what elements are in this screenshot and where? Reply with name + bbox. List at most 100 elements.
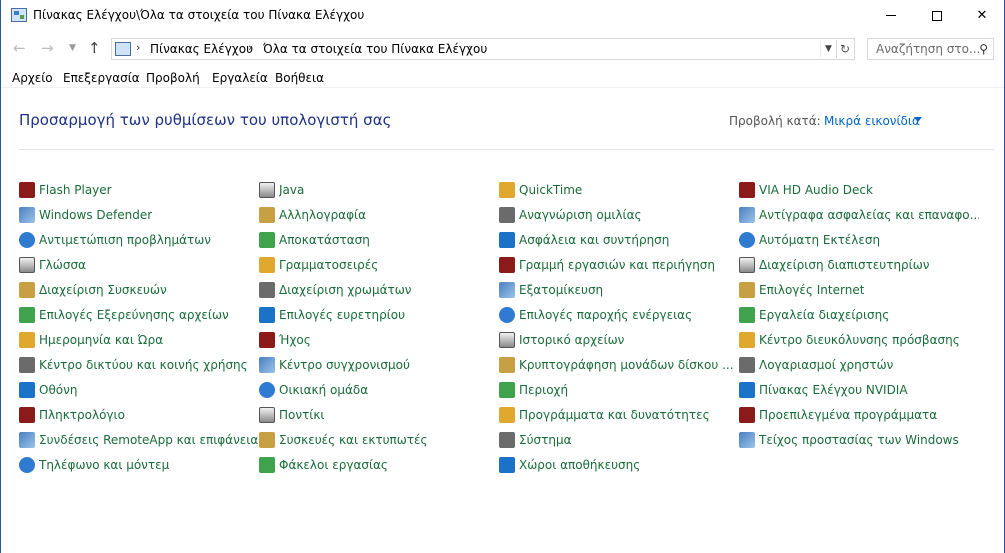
control-panel-item-label[interactable]: Γραμματοσειρές bbox=[279, 258, 378, 272]
control-panel-item[interactable]: Γλώσσα bbox=[19, 252, 259, 277]
control-panel-item-label[interactable]: Λογαριασμοί χρηστών bbox=[759, 358, 893, 372]
breadcrumb-separator-icon[interactable]: › bbox=[468, 41, 472, 54]
control-panel-item[interactable]: Εργαλεία διαχείρισης bbox=[739, 302, 979, 327]
control-panel-item-label[interactable]: Πληκτρολόγιο bbox=[39, 408, 125, 422]
control-panel-item-label[interactable]: Επιλογές Εξερεύνησης αρχείων bbox=[39, 308, 229, 322]
control-panel-item-label[interactable]: Γραμμή εργασιών και περιήγηση bbox=[519, 258, 715, 272]
control-panel-item-label[interactable]: Προεπιλεγμένα προγράμματα bbox=[759, 408, 937, 422]
maximize-button[interactable] bbox=[914, 0, 960, 31]
control-panel-item-label[interactable]: Επιλογές ευρετηρίου bbox=[279, 308, 405, 322]
search-input[interactable]: Αναζήτηση στο... ⚲ bbox=[867, 38, 994, 60]
control-panel-item[interactable]: Διαχείριση Συσκευών bbox=[19, 277, 259, 302]
control-panel-item-label[interactable]: QuickTime bbox=[519, 183, 582, 197]
control-panel-item[interactable]: Java bbox=[259, 177, 499, 202]
control-panel-item-label[interactable]: Ιστορικό αρχείων bbox=[519, 333, 624, 347]
control-panel-item[interactable]: Ιστορικό αρχείων bbox=[499, 327, 739, 352]
control-panel-item[interactable]: Επιλογές παροχής ενέργειας bbox=[499, 302, 739, 327]
recent-locations-chevron-icon[interactable]: ▼ bbox=[69, 43, 76, 53]
control-panel-item-label[interactable]: Ήχος bbox=[279, 333, 311, 347]
control-panel-item[interactable]: Συνδέσεις RemoteApp και επιφάνεια... bbox=[19, 427, 259, 452]
control-panel-item[interactable]: Αποκατάσταση bbox=[259, 227, 499, 252]
control-panel-item[interactable]: Τηλέφωνο και μόντεμ bbox=[19, 452, 259, 477]
control-panel-item-label[interactable]: Java bbox=[279, 183, 304, 197]
minimize-button[interactable] bbox=[868, 0, 914, 31]
control-panel-item[interactable]: Flash Player bbox=[19, 177, 259, 202]
control-panel-item-label[interactable]: Τείχος προστασίας των Windows bbox=[759, 433, 959, 447]
control-panel-item[interactable]: Γραμμή εργασιών και περιήγηση bbox=[499, 252, 739, 277]
control-panel-item-label[interactable]: Αλληλογραφία bbox=[279, 208, 366, 222]
menu-tools[interactable]: Εργαλεία bbox=[212, 71, 268, 85]
control-panel-item[interactable]: Συσκευές και εκτυπωτές bbox=[259, 427, 499, 452]
control-panel-item[interactable]: Ημερομηνία και Ώρα bbox=[19, 327, 259, 352]
control-panel-item[interactable]: Αντίγραφα ασφαλείας και επαναφο... bbox=[739, 202, 979, 227]
control-panel-item[interactable]: QuickTime bbox=[499, 177, 739, 202]
control-panel-item-label[interactable]: Κέντρο δικτύου και κοινής χρήσης bbox=[39, 358, 248, 372]
control-panel-item-label[interactable]: Διαχείριση Συσκευών bbox=[39, 283, 167, 297]
control-panel-item[interactable]: Διαχείριση χρωμάτων bbox=[259, 277, 499, 302]
refresh-icon[interactable]: ↻ bbox=[836, 40, 853, 58]
breadcrumb-all-items[interactable]: Όλα τα στοιχεία του Πίνακα Ελέγχου bbox=[263, 42, 487, 56]
control-panel-item[interactable]: Χώροι αποθήκευσης bbox=[499, 452, 739, 477]
control-panel-item-label[interactable]: Επιλογές Internet bbox=[759, 283, 864, 297]
control-panel-item[interactable]: Φάκελοι εργασίας bbox=[259, 452, 499, 477]
control-panel-item-label[interactable]: Εργαλεία διαχείρισης bbox=[759, 308, 889, 322]
control-panel-item[interactable]: Διαχείριση διαπιστευτηρίων bbox=[739, 252, 979, 277]
address-bar[interactable]: › Πίνακας Ελέγχου › Όλα τα στοιχεία του … bbox=[111, 38, 855, 60]
control-panel-item-label[interactable]: Αντίγραφα ασφαλείας και επαναφο... bbox=[759, 208, 979, 222]
control-panel-item-label[interactable]: Windows Defender bbox=[39, 208, 152, 222]
control-panel-item[interactable]: Ήχος bbox=[259, 327, 499, 352]
control-panel-item-label[interactable]: Περιοχή bbox=[519, 383, 568, 397]
control-panel-item-label[interactable]: Αποκατάσταση bbox=[279, 233, 370, 247]
control-panel-item-label[interactable]: Κρυπτογράφηση μονάδων δίσκου ... bbox=[519, 358, 734, 372]
control-panel-item[interactable]: Αναγνώριση ομιλίας bbox=[499, 202, 739, 227]
menu-help[interactable]: Βοήθεια bbox=[275, 71, 324, 85]
control-panel-item-label[interactable]: Ασφάλεια και συντήρηση bbox=[519, 233, 669, 247]
close-button[interactable]: ✕ bbox=[959, 0, 1005, 31]
breadcrumb-separator-icon[interactable]: › bbox=[248, 41, 252, 54]
control-panel-item-label[interactable]: Κέντρο διευκόλυνσης πρόσβασης bbox=[759, 333, 960, 347]
control-panel-item-label[interactable]: Συσκευές και εκτυπωτές bbox=[279, 433, 428, 447]
control-panel-item-label[interactable]: Κέντρο συγχρονισμού bbox=[279, 358, 410, 372]
breadcrumb-separator-icon[interactable]: › bbox=[136, 41, 140, 54]
control-panel-item-label[interactable]: Ημερομηνία και Ώρα bbox=[39, 333, 163, 347]
control-panel-item[interactable]: Οθόνη bbox=[19, 377, 259, 402]
control-panel-item-label[interactable]: Αντιμετώπιση προβλημάτων bbox=[39, 233, 211, 247]
control-panel-item-label[interactable]: Προγράμματα και δυνατότητες bbox=[519, 408, 710, 422]
control-panel-item[interactable]: Επιλογές Internet bbox=[739, 277, 979, 302]
control-panel-item-label[interactable]: Φάκελοι εργασίας bbox=[279, 458, 388, 472]
back-arrow-icon[interactable]: ← bbox=[13, 39, 26, 57]
control-panel-item[interactable]: Οικιακή ομάδα bbox=[259, 377, 499, 402]
control-panel-item-label[interactable]: Συνδέσεις RemoteApp και επιφάνεια... bbox=[39, 433, 259, 447]
view-by-dropdown[interactable]: Μικρά εικονίδια bbox=[824, 114, 920, 128]
control-panel-item[interactable]: Επιλογές Εξερεύνησης αρχείων bbox=[19, 302, 259, 327]
control-panel-item-label[interactable]: Διαχείριση χρωμάτων bbox=[279, 283, 411, 297]
control-panel-item-label[interactable]: Οθόνη bbox=[39, 383, 77, 397]
control-panel-item-label[interactable]: Επιλογές παροχής ενέργειας bbox=[519, 308, 692, 322]
address-dropdown-icon[interactable]: ▼ bbox=[820, 41, 836, 57]
control-panel-item-label[interactable]: Αυτόματη Εκτέλεση bbox=[759, 233, 880, 247]
control-panel-item-label[interactable]: Διαχείριση διαπιστευτηρίων bbox=[759, 258, 929, 272]
control-panel-item[interactable]: Προγράμματα και δυνατότητες bbox=[499, 402, 739, 427]
control-panel-item[interactable]: Κέντρο διευκόλυνσης πρόσβασης bbox=[739, 327, 979, 352]
control-panel-item-label[interactable]: Αναγνώριση ομιλίας bbox=[519, 208, 642, 222]
menu-file[interactable]: Αρχείο bbox=[12, 71, 53, 85]
control-panel-item[interactable]: Σύστημα bbox=[499, 427, 739, 452]
control-panel-item[interactable]: Ποντίκι bbox=[259, 402, 499, 427]
control-panel-item-label[interactable]: Πίνακας Ελέγχου NVIDIA bbox=[759, 383, 908, 397]
control-panel-item[interactable]: Αλληλογραφία bbox=[259, 202, 499, 227]
control-panel-item[interactable]: Κέντρο δικτύου και κοινής χρήσης bbox=[19, 352, 259, 377]
control-panel-item[interactable]: VIA HD Audio Deck bbox=[739, 177, 979, 202]
control-panel-item-label[interactable]: Ποντίκι bbox=[279, 408, 325, 422]
forward-arrow-icon[interactable]: → bbox=[41, 39, 54, 57]
control-panel-item[interactable]: Προεπιλεγμένα προγράμματα bbox=[739, 402, 979, 427]
control-panel-item[interactable]: Επιλογές ευρετηρίου bbox=[259, 302, 499, 327]
menu-edit[interactable]: Επεξεργασία bbox=[63, 71, 140, 85]
control-panel-item-label[interactable]: Εξατομίκευση bbox=[519, 283, 603, 297]
control-panel-item[interactable]: Κρυπτογράφηση μονάδων δίσκου ... bbox=[499, 352, 739, 377]
control-panel-item[interactable]: Τείχος προστασίας των Windows bbox=[739, 427, 979, 452]
control-panel-item-label[interactable]: Flash Player bbox=[39, 183, 112, 197]
control-panel-item[interactable]: Αυτόματη Εκτέλεση bbox=[739, 227, 979, 252]
control-panel-item[interactable]: Εξατομίκευση bbox=[499, 277, 739, 302]
control-panel-item-label[interactable]: Σύστημα bbox=[519, 433, 572, 447]
breadcrumb-control-panel[interactable]: Πίνακας Ελέγχου bbox=[150, 42, 253, 56]
